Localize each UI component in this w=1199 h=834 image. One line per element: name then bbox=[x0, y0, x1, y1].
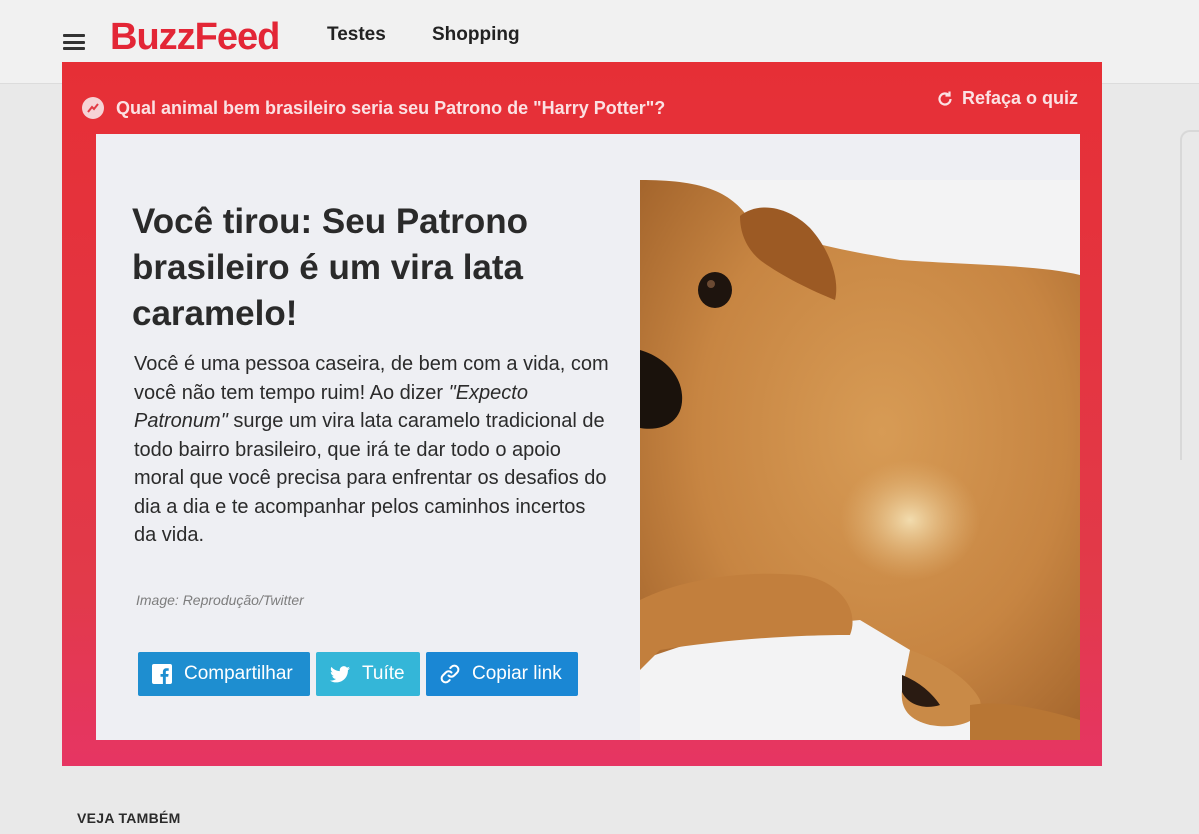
share-twitter-button[interactable]: Tuíte bbox=[316, 652, 420, 696]
result-heading: Você tirou: Seu Patrono brasileiro é um … bbox=[132, 202, 529, 333]
buzzfeed-logo[interactable]: BuzzFeed bbox=[110, 16, 280, 59]
link-icon bbox=[440, 664, 460, 684]
nav-testes[interactable]: Testes bbox=[327, 24, 386, 46]
redo-quiz-button[interactable]: Refaça o quiz bbox=[936, 88, 1078, 109]
nav-shopping[interactable]: Shopping bbox=[432, 24, 520, 46]
refresh-icon bbox=[936, 90, 954, 108]
share-facebook-button[interactable]: Compartilhar bbox=[138, 652, 310, 696]
twitter-icon bbox=[330, 665, 350, 683]
quiz-title[interactable]: Qual animal bem brasileiro seria seu Pat… bbox=[116, 98, 665, 119]
result-description: Você é uma pessoa caseira, de bem com a … bbox=[134, 350, 612, 550]
result-panel: Você tirou: Seu Patrono brasileiro é um … bbox=[96, 134, 1080, 740]
result-description-part: Você é uma pessoa caseira, de bem com a … bbox=[134, 353, 609, 404]
see-also-heading: VEJA TAMBÉM bbox=[77, 810, 181, 826]
quiz-result-card: Qual animal bem brasileiro seria seu Pat… bbox=[62, 62, 1102, 766]
caramel-dog-image bbox=[640, 180, 1080, 740]
redo-quiz-label: Refaça o quiz bbox=[961, 88, 1078, 108]
sidebar-edge bbox=[1180, 130, 1199, 460]
share-facebook-label: Compartilhar bbox=[184, 663, 293, 684]
copy-link-label: Copiar link bbox=[472, 663, 562, 684]
menu-icon[interactable] bbox=[63, 34, 85, 50]
share-twitter-label: Tuíte bbox=[362, 663, 405, 684]
quiz-title-bar[interactable]: Qual animal bem brasileiro seria seu Pat… bbox=[82, 94, 665, 122]
facebook-icon bbox=[152, 664, 172, 684]
copy-link-button[interactable]: Copiar link bbox=[426, 652, 578, 696]
image-credit: Image: Reprodução/Twitter bbox=[136, 592, 304, 608]
trending-icon bbox=[82, 97, 104, 119]
share-buttons: Compartilhar Tuíte Copiar link bbox=[138, 652, 578, 696]
